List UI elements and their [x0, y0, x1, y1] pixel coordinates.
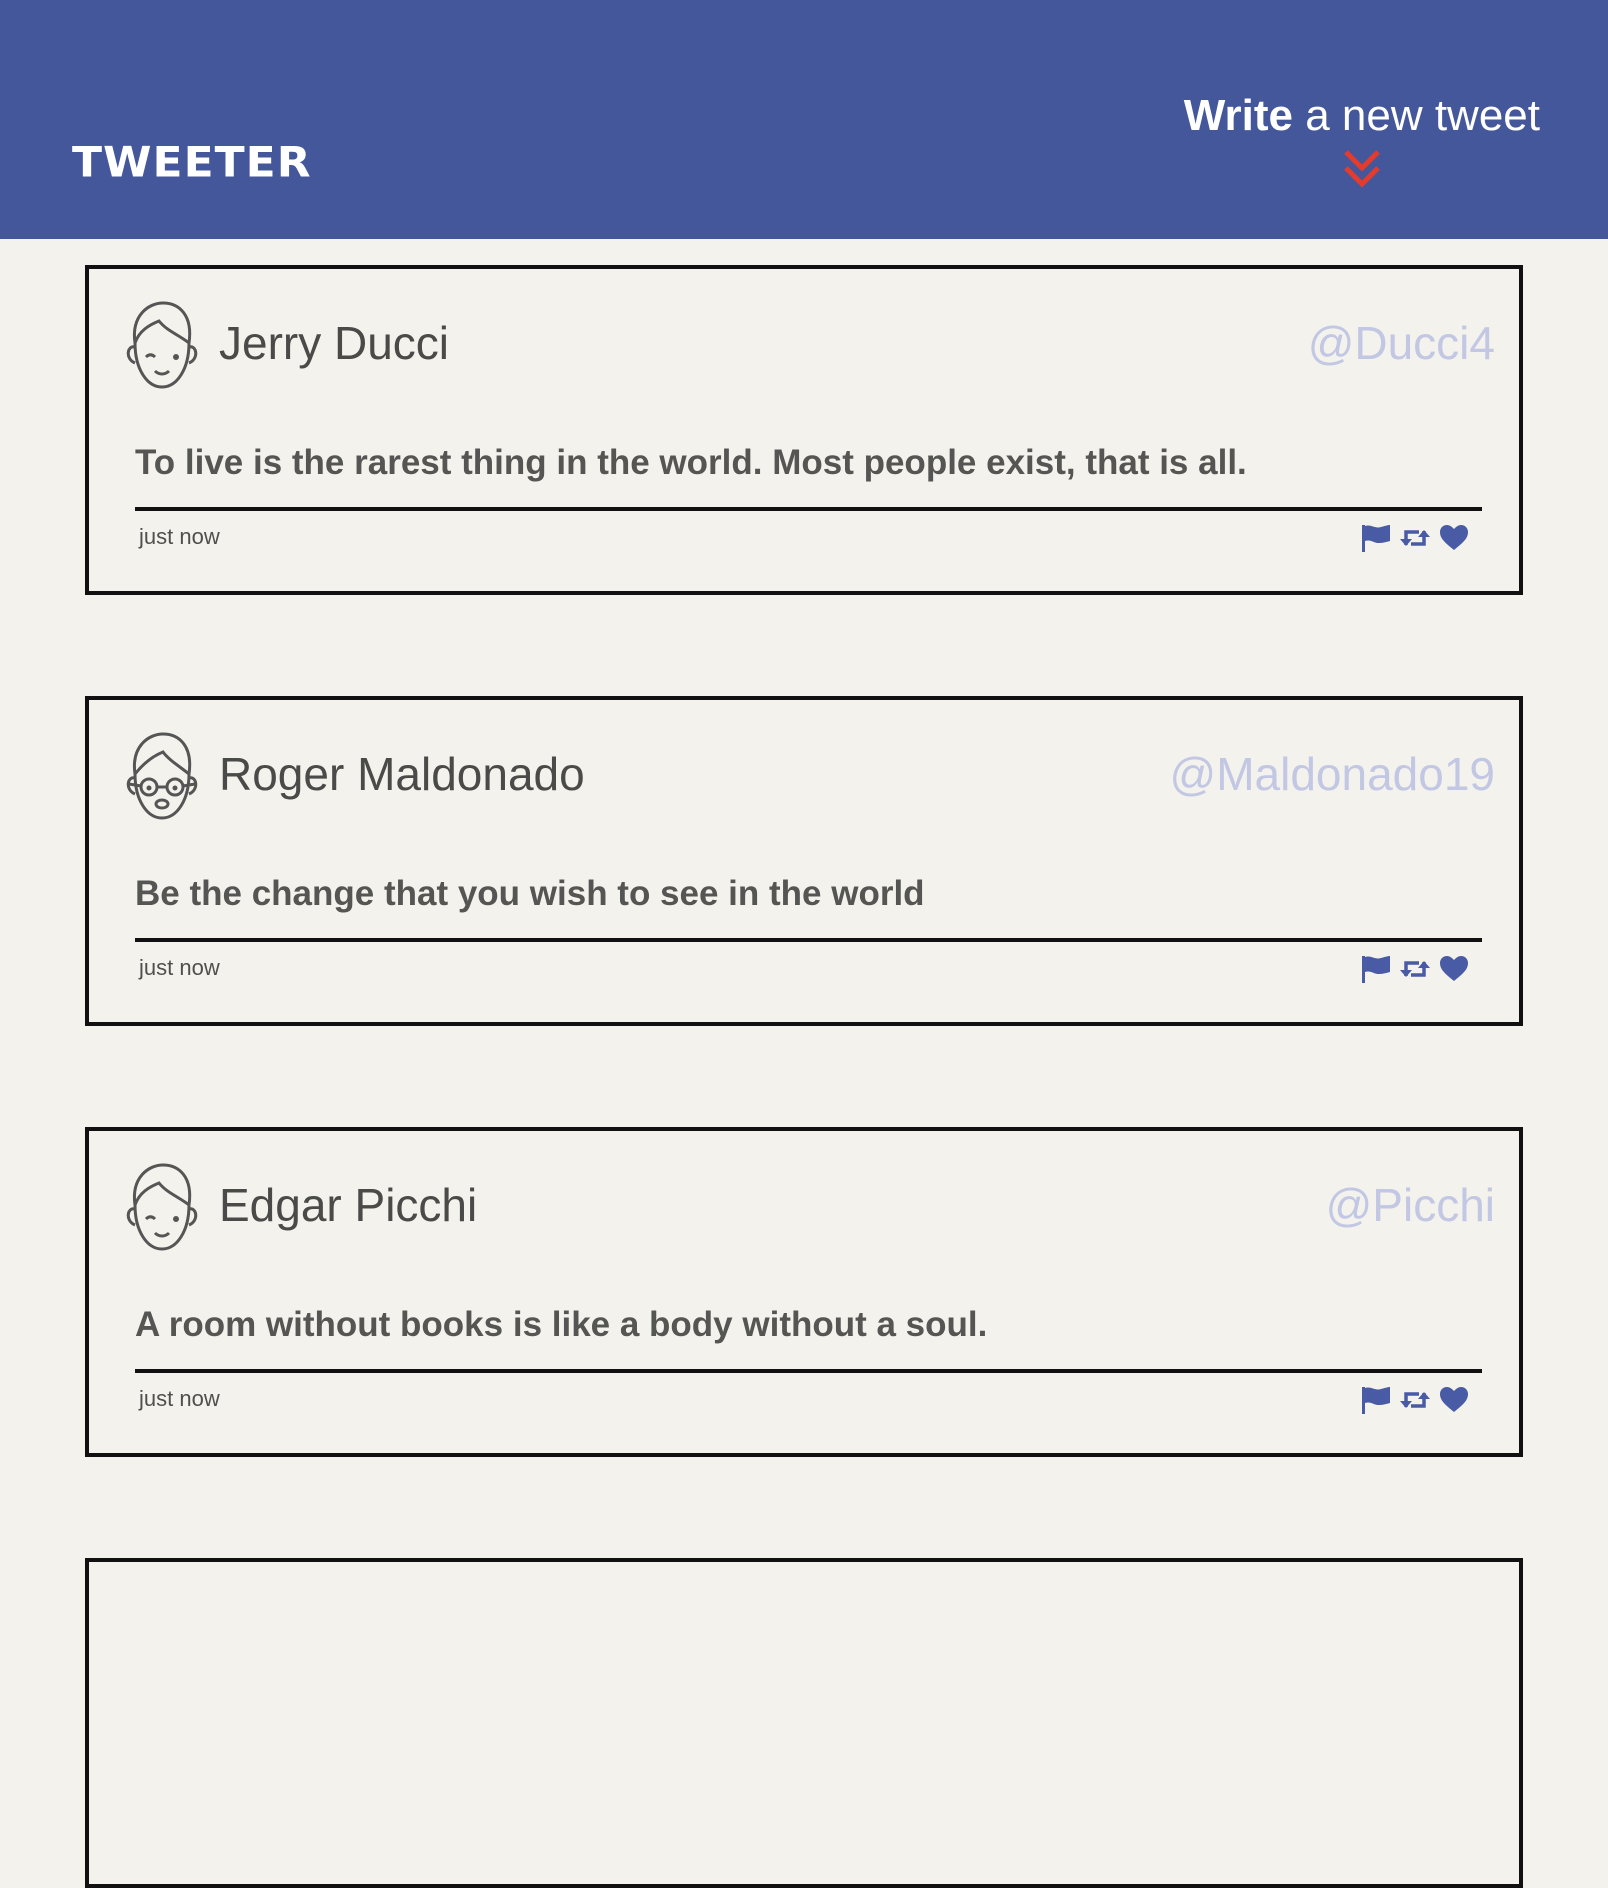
heart-icon[interactable]	[1439, 523, 1469, 553]
flag-icon[interactable]	[1361, 954, 1391, 984]
tweet-card	[85, 1558, 1523, 1888]
tweet-content: To live is the rarest thing in the world…	[135, 443, 1247, 482]
tweet-author-name: Jerry Ducci	[219, 317, 450, 369]
tweet-actions	[1353, 521, 1469, 555]
tweet-actions	[1353, 1383, 1469, 1417]
tweet-timestamp: just now	[139, 524, 220, 549]
heart-icon[interactable]	[1439, 954, 1469, 984]
tweet-author-handle[interactable]: @Maldonado19	[1170, 746, 1495, 802]
retweet-icon[interactable]	[1399, 1385, 1431, 1415]
tweet-actions	[1353, 952, 1469, 986]
tweet-content: Be the change that you wish to see in th…	[135, 874, 925, 913]
tweet-card: Edgar Picchi @Picchi A room without book…	[85, 1127, 1523, 1457]
tweet-author-name: Edgar Picchi	[219, 1179, 478, 1231]
retweet-icon[interactable]	[1399, 523, 1431, 553]
glasses-face-avatar-icon	[126, 732, 198, 820]
tweet-timestamp: just now	[139, 955, 220, 980]
tweet-author-handle[interactable]: @Ducci4	[1308, 315, 1495, 371]
flag-icon[interactable]	[1361, 523, 1391, 553]
boy-face-avatar-icon	[126, 301, 198, 389]
flag-icon[interactable]	[1361, 1385, 1391, 1415]
tweet-divider	[135, 938, 1482, 942]
tweet-author-handle[interactable]: @Picchi	[1326, 1177, 1495, 1233]
tweet-author-name: Roger Maldonado	[219, 748, 585, 800]
tweet-content: A room without books is like a body with…	[135, 1305, 988, 1344]
tweet-divider	[135, 507, 1482, 511]
retweet-icon[interactable]	[1399, 954, 1431, 984]
tweet-card: Jerry Ducci @Ducci4 To live is the rares…	[85, 265, 1523, 595]
tweet-divider	[135, 1369, 1482, 1373]
tweet-card: Roger Maldonado @Maldonado19 Be the chan…	[85, 696, 1523, 1026]
tweet-timestamp: just now	[139, 1386, 220, 1411]
heart-icon[interactable]	[1439, 1385, 1469, 1415]
tweets-container: Jerry Ducci @Ducci4 To live is the rares…	[0, 0, 1608, 1888]
boy-face-avatar-icon	[126, 1163, 198, 1251]
